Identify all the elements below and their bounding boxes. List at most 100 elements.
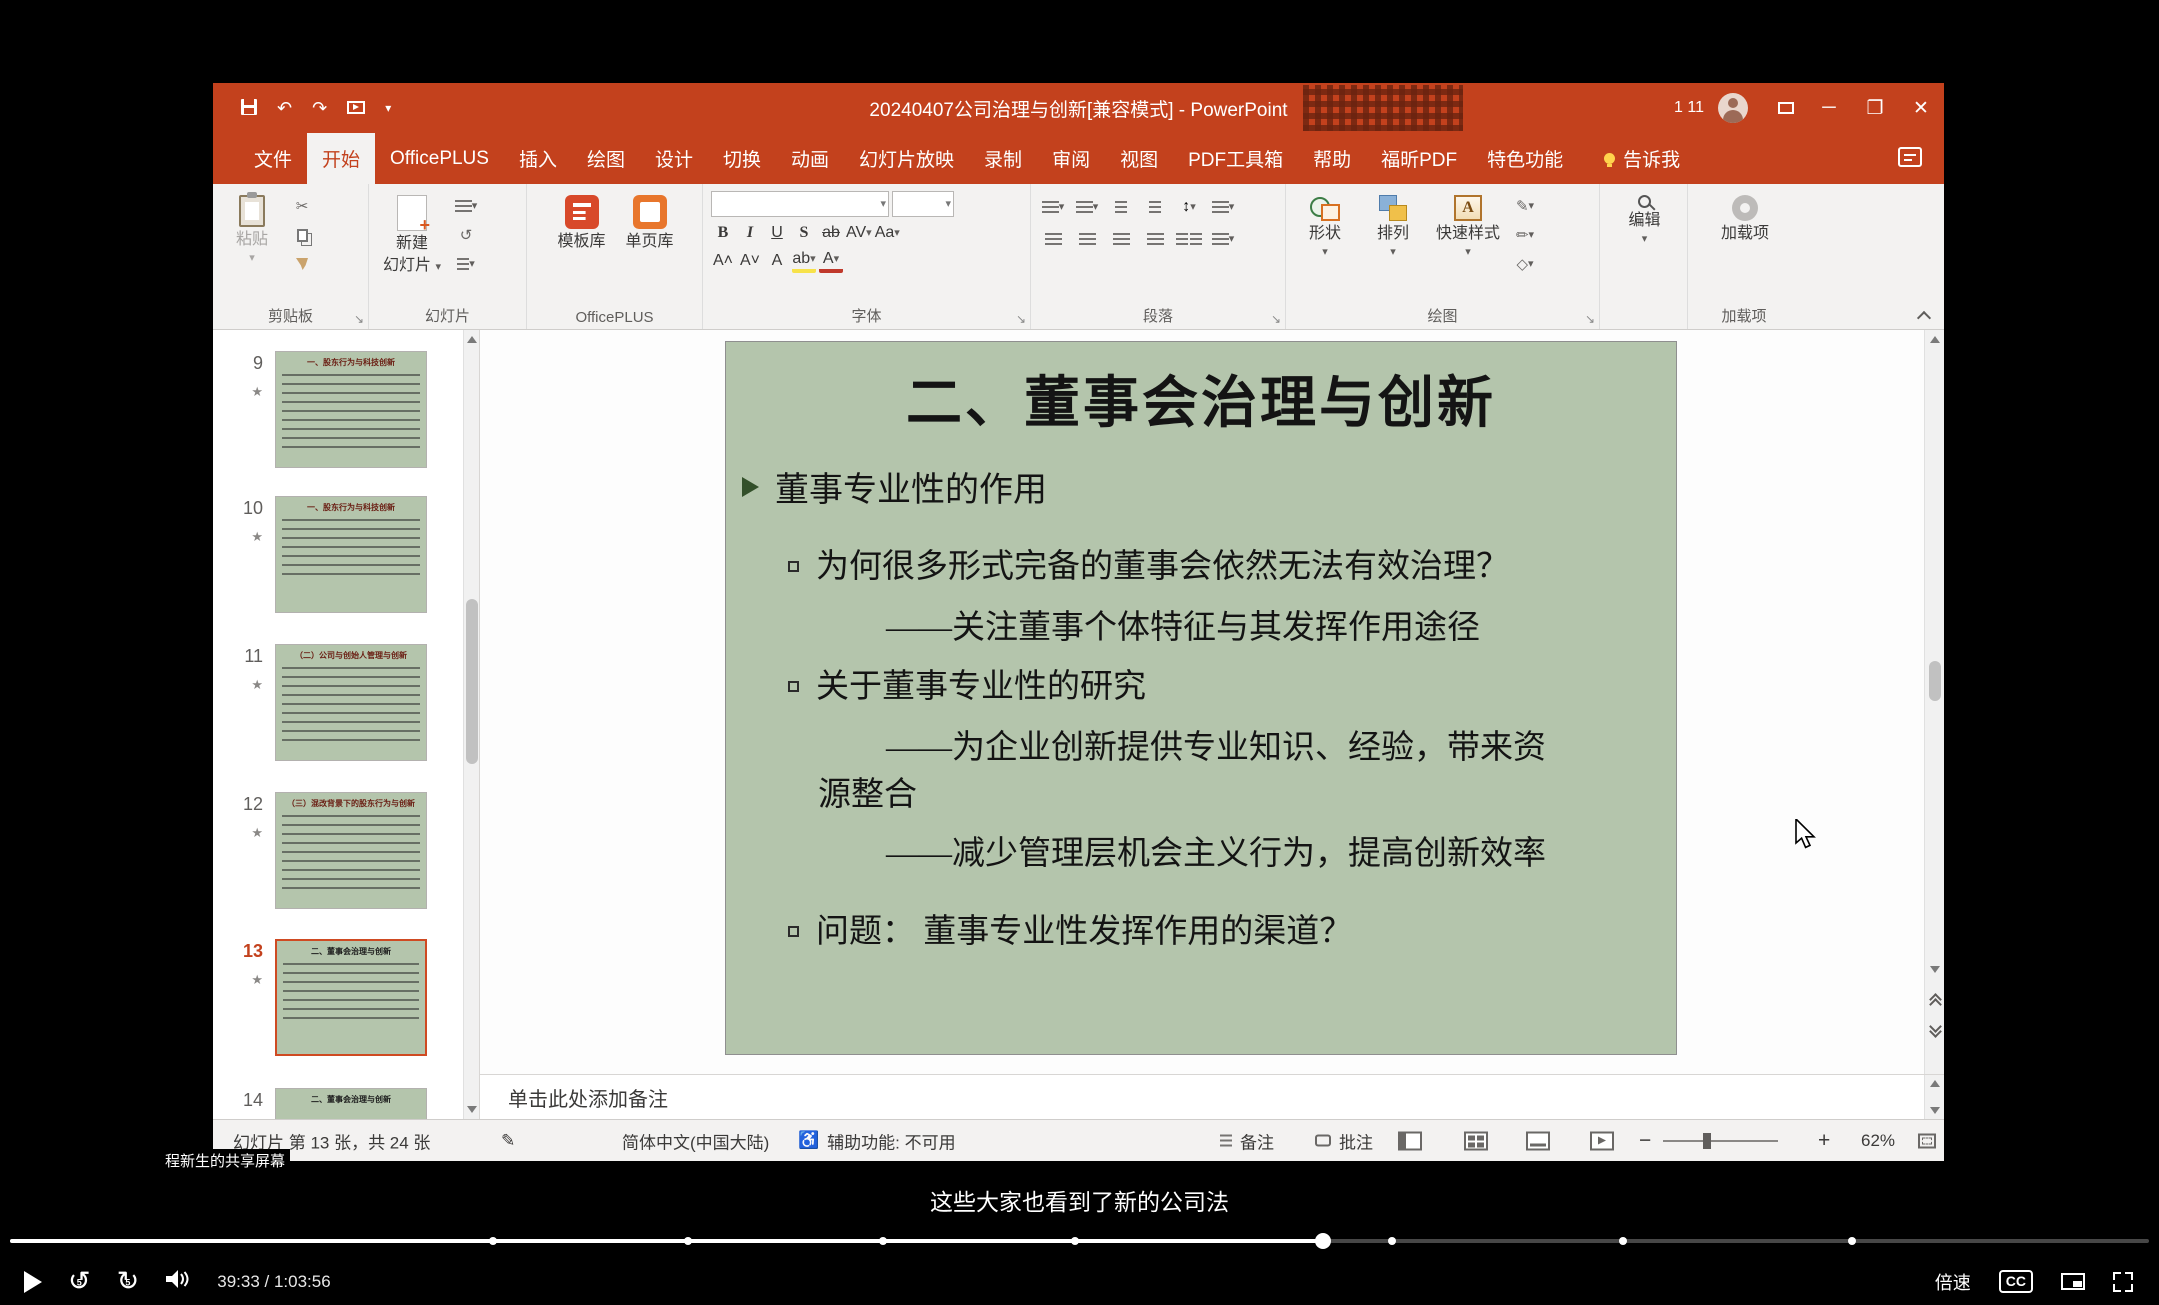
account-avatar[interactable] <box>1718 93 1748 123</box>
tab-help[interactable]: 帮助 <box>1298 133 1366 184</box>
next-slide-icon[interactable] <box>1928 1022 1942 1034</box>
drawing-dialog-launcher-icon[interactable]: ↘ <box>1585 313 1595 325</box>
thumbnail-slide-12[interactable]: 12 ★ （三）混改背景下的股东行为与创新 <box>213 792 427 909</box>
highlight-color-button[interactable]: ab▾ <box>792 249 816 273</box>
line-spacing-icon[interactable]: ↕▾ <box>1175 195 1203 219</box>
close-button[interactable]: ✕ <box>1898 83 1944 133</box>
slide-editor[interactable]: 二、董事会治理与创新 董事专业性的作用 为何很多形式完备的董事会依然无法有效治理… <box>480 330 1944 1074</box>
font-dialog-launcher-icon[interactable]: ↘ <box>1016 313 1026 325</box>
slideshow-view-button[interactable] <box>1590 1131 1614 1150</box>
text-shadow-button[interactable]: S <box>792 221 816 245</box>
thumbnail-slide-14[interactable]: 14 二、董事会治理与创新 <box>213 1088 427 1119</box>
restore-button[interactable]: ❐ <box>1852 83 1898 133</box>
thumbnail-scrollbar-thumb[interactable] <box>466 599 478 764</box>
subtitles-cc-button[interactable]: CC <box>1999 1270 2033 1293</box>
increase-font-size-button[interactable]: A˄ <box>711 249 735 273</box>
arrange-button[interactable]: 排列 ▾ <box>1362 191 1424 275</box>
scroll-down-icon[interactable] <box>1930 966 1940 973</box>
playback-speed-button[interactable]: 倍速 <box>1935 1269 1971 1295</box>
editor-scrollbar-thumb[interactable] <box>1929 661 1941 701</box>
shapes-button[interactable]: 形状 ▾ <box>1294 191 1356 275</box>
shape-fill-icon[interactable]: ✎▾ <box>1512 195 1538 217</box>
tab-officeplus[interactable]: OfficePLUS <box>375 133 504 184</box>
slide-canvas[interactable]: 二、董事会治理与创新 董事专业性的作用 为何很多形式完备的董事会依然无法有效治理… <box>725 341 1677 1055</box>
tab-animations[interactable]: 动画 <box>776 133 844 184</box>
reset-slide-icon[interactable]: ↺ <box>453 224 479 246</box>
language-status[interactable]: 简体中文(中国大陆) <box>622 1128 769 1153</box>
new-slide-button[interactable]: 新建 幻灯片 ▾ <box>377 191 447 280</box>
scroll-up-icon[interactable] <box>467 336 477 343</box>
notes-toggle-button[interactable]: 备注 <box>1220 1128 1274 1153</box>
slideshow-from-start-icon[interactable] <box>347 99 365 117</box>
tab-transitions[interactable]: 切换 <box>708 133 776 184</box>
scroll-down-icon[interactable] <box>1930 1107 1940 1114</box>
copy-icon[interactable] <box>289 224 315 246</box>
paragraph-dialog-launcher-icon[interactable]: ↘ <box>1271 313 1281 325</box>
play-button[interactable] <box>24 1271 42 1293</box>
editor-scrollbar[interactable] <box>1924 330 1944 1074</box>
tab-review[interactable]: 审阅 <box>1037 133 1105 184</box>
feedback-icon[interactable] <box>1898 147 1922 167</box>
zoom-percent[interactable]: 62% <box>1861 1131 1895 1151</box>
thumbnail-slide-9[interactable]: 9 ★ 一、股东行为与科技创新 <box>213 351 427 468</box>
accessibility-status[interactable]: ♿ 辅助功能: 不可用 <box>798 1128 956 1153</box>
columns-icon[interactable] <box>1175 227 1203 251</box>
numbering-icon[interactable]: ▾ <box>1073 195 1101 219</box>
mini-player-icon[interactable] <box>2061 1273 2085 1290</box>
tab-record[interactable]: 录制 <box>969 133 1037 184</box>
quick-styles-button[interactable]: A 快速样式 ▾ <box>1430 191 1506 275</box>
redo-icon[interactable]: ↷ <box>312 99 327 117</box>
fullscreen-icon[interactable] <box>2113 1272 2133 1292</box>
chapter-dot[interactable] <box>684 1237 692 1245</box>
save-icon[interactable] <box>241 99 257 118</box>
bold-button[interactable]: B <box>711 221 735 245</box>
tell-me-button[interactable]: 告诉我 <box>1604 133 1680 184</box>
justify-icon[interactable] <box>1141 227 1169 251</box>
clipboard-dialog-launcher-icon[interactable]: ↘ <box>354 313 364 325</box>
reading-view-button[interactable] <box>1526 1131 1550 1150</box>
scroll-up-icon[interactable] <box>1930 336 1940 343</box>
page-library-button[interactable]: 单页库 <box>619 191 681 255</box>
shape-effects-icon[interactable]: ◇▾ <box>1512 253 1538 275</box>
align-right-icon[interactable] <box>1107 227 1135 251</box>
ink-icon[interactable]: ✎ <box>501 1131 515 1151</box>
chapter-dot[interactable] <box>1619 1237 1627 1245</box>
underline-button[interactable]: U <box>765 221 789 245</box>
section-icon[interactable]: ▾ <box>453 253 479 275</box>
font-color-button[interactable]: A▾ <box>819 249 843 273</box>
progress-bar[interactable] <box>10 1239 2149 1243</box>
bullets-icon[interactable]: ▾ <box>1039 195 1067 219</box>
layout-icon[interactable]: ▾ <box>453 195 479 217</box>
undo-icon[interactable]: ↶ <box>277 99 292 117</box>
addins-button[interactable]: 加载项 <box>1714 191 1776 247</box>
font-name-combobox[interactable]: ▾ <box>711 191 889 217</box>
rewind-5s-button[interactable]: ↺5 <box>68 1268 91 1295</box>
slide-sorter-view-button[interactable] <box>1464 1131 1488 1150</box>
editing-button[interactable]: 编辑 ▾ <box>1614 191 1676 249</box>
thumbnail-slide-10[interactable]: 10 ★ 一、股东行为与科技创新 <box>213 496 427 613</box>
tab-foxit-pdf[interactable]: 福昕PDF <box>1366 133 1472 184</box>
chapter-dot[interactable] <box>489 1237 497 1245</box>
zoom-slider-handle[interactable] <box>1703 1133 1711 1149</box>
thumbnail-slide-11[interactable]: 11 ★ （二）公司与创始人管理与创新 <box>213 644 427 761</box>
notes-placeholder[interactable]: 单击此处添加备注 <box>508 1083 668 1112</box>
tab-design[interactable]: 设计 <box>640 133 708 184</box>
scroll-up-icon[interactable] <box>1930 1080 1940 1087</box>
scroll-down-icon[interactable] <box>467 1106 477 1113</box>
chapter-dot[interactable] <box>1388 1237 1396 1245</box>
font-size-combobox[interactable]: ▾ <box>892 191 954 217</box>
forward-5s-button[interactable]: ↻5 <box>117 1268 140 1295</box>
character-spacing-button[interactable]: AV▾ <box>846 221 872 245</box>
notes-pane[interactable]: 单击此处添加备注 <box>480 1074 1944 1119</box>
clear-formatting-button[interactable]: A <box>765 249 789 273</box>
strikethrough-button[interactable]: ab <box>819 221 843 245</box>
cut-icon[interactable]: ✂ <box>289 195 315 217</box>
notes-scrollbar[interactable] <box>1924 1075 1944 1119</box>
decrease-indent-icon[interactable] <box>1107 195 1135 219</box>
thumbnail-slide-13-selected[interactable]: 13 ★ 二、董事会治理与创新 <box>213 939 427 1056</box>
ribbon-display-options-icon[interactable] <box>1766 83 1806 133</box>
tab-home[interactable]: 开始 <box>307 133 375 184</box>
comments-toggle-button[interactable]: 批注 <box>1315 1128 1373 1153</box>
change-case-button[interactable]: Aa▾ <box>875 221 900 245</box>
previous-slide-icon[interactable] <box>1928 994 1942 1006</box>
